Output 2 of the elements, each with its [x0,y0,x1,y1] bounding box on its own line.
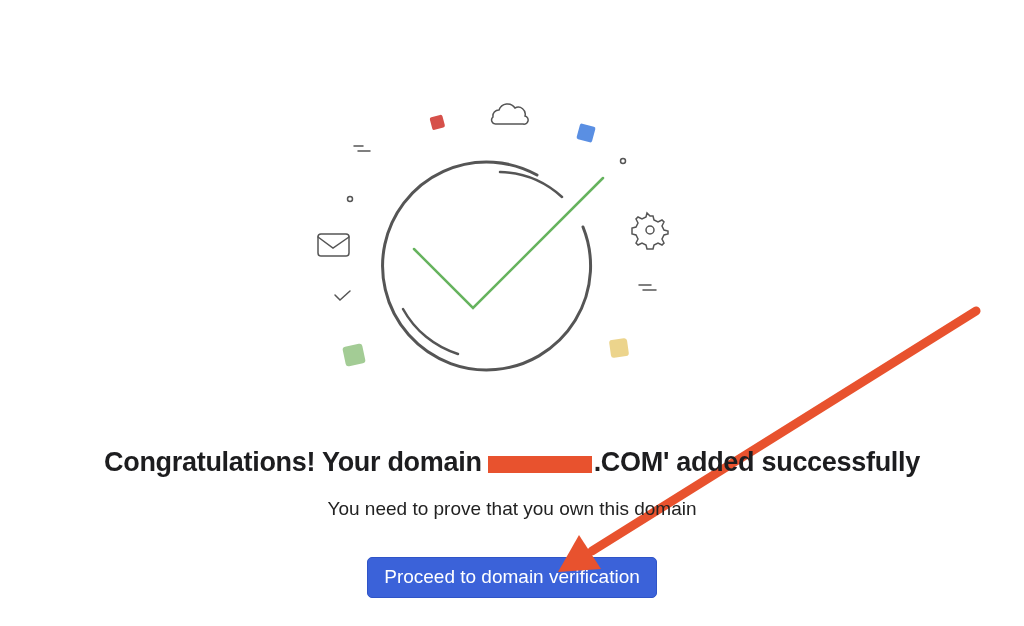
proceed-button[interactable]: Proceed to domain verification [367,557,657,598]
heading-text: Congratulations! Your domain [104,447,482,477]
